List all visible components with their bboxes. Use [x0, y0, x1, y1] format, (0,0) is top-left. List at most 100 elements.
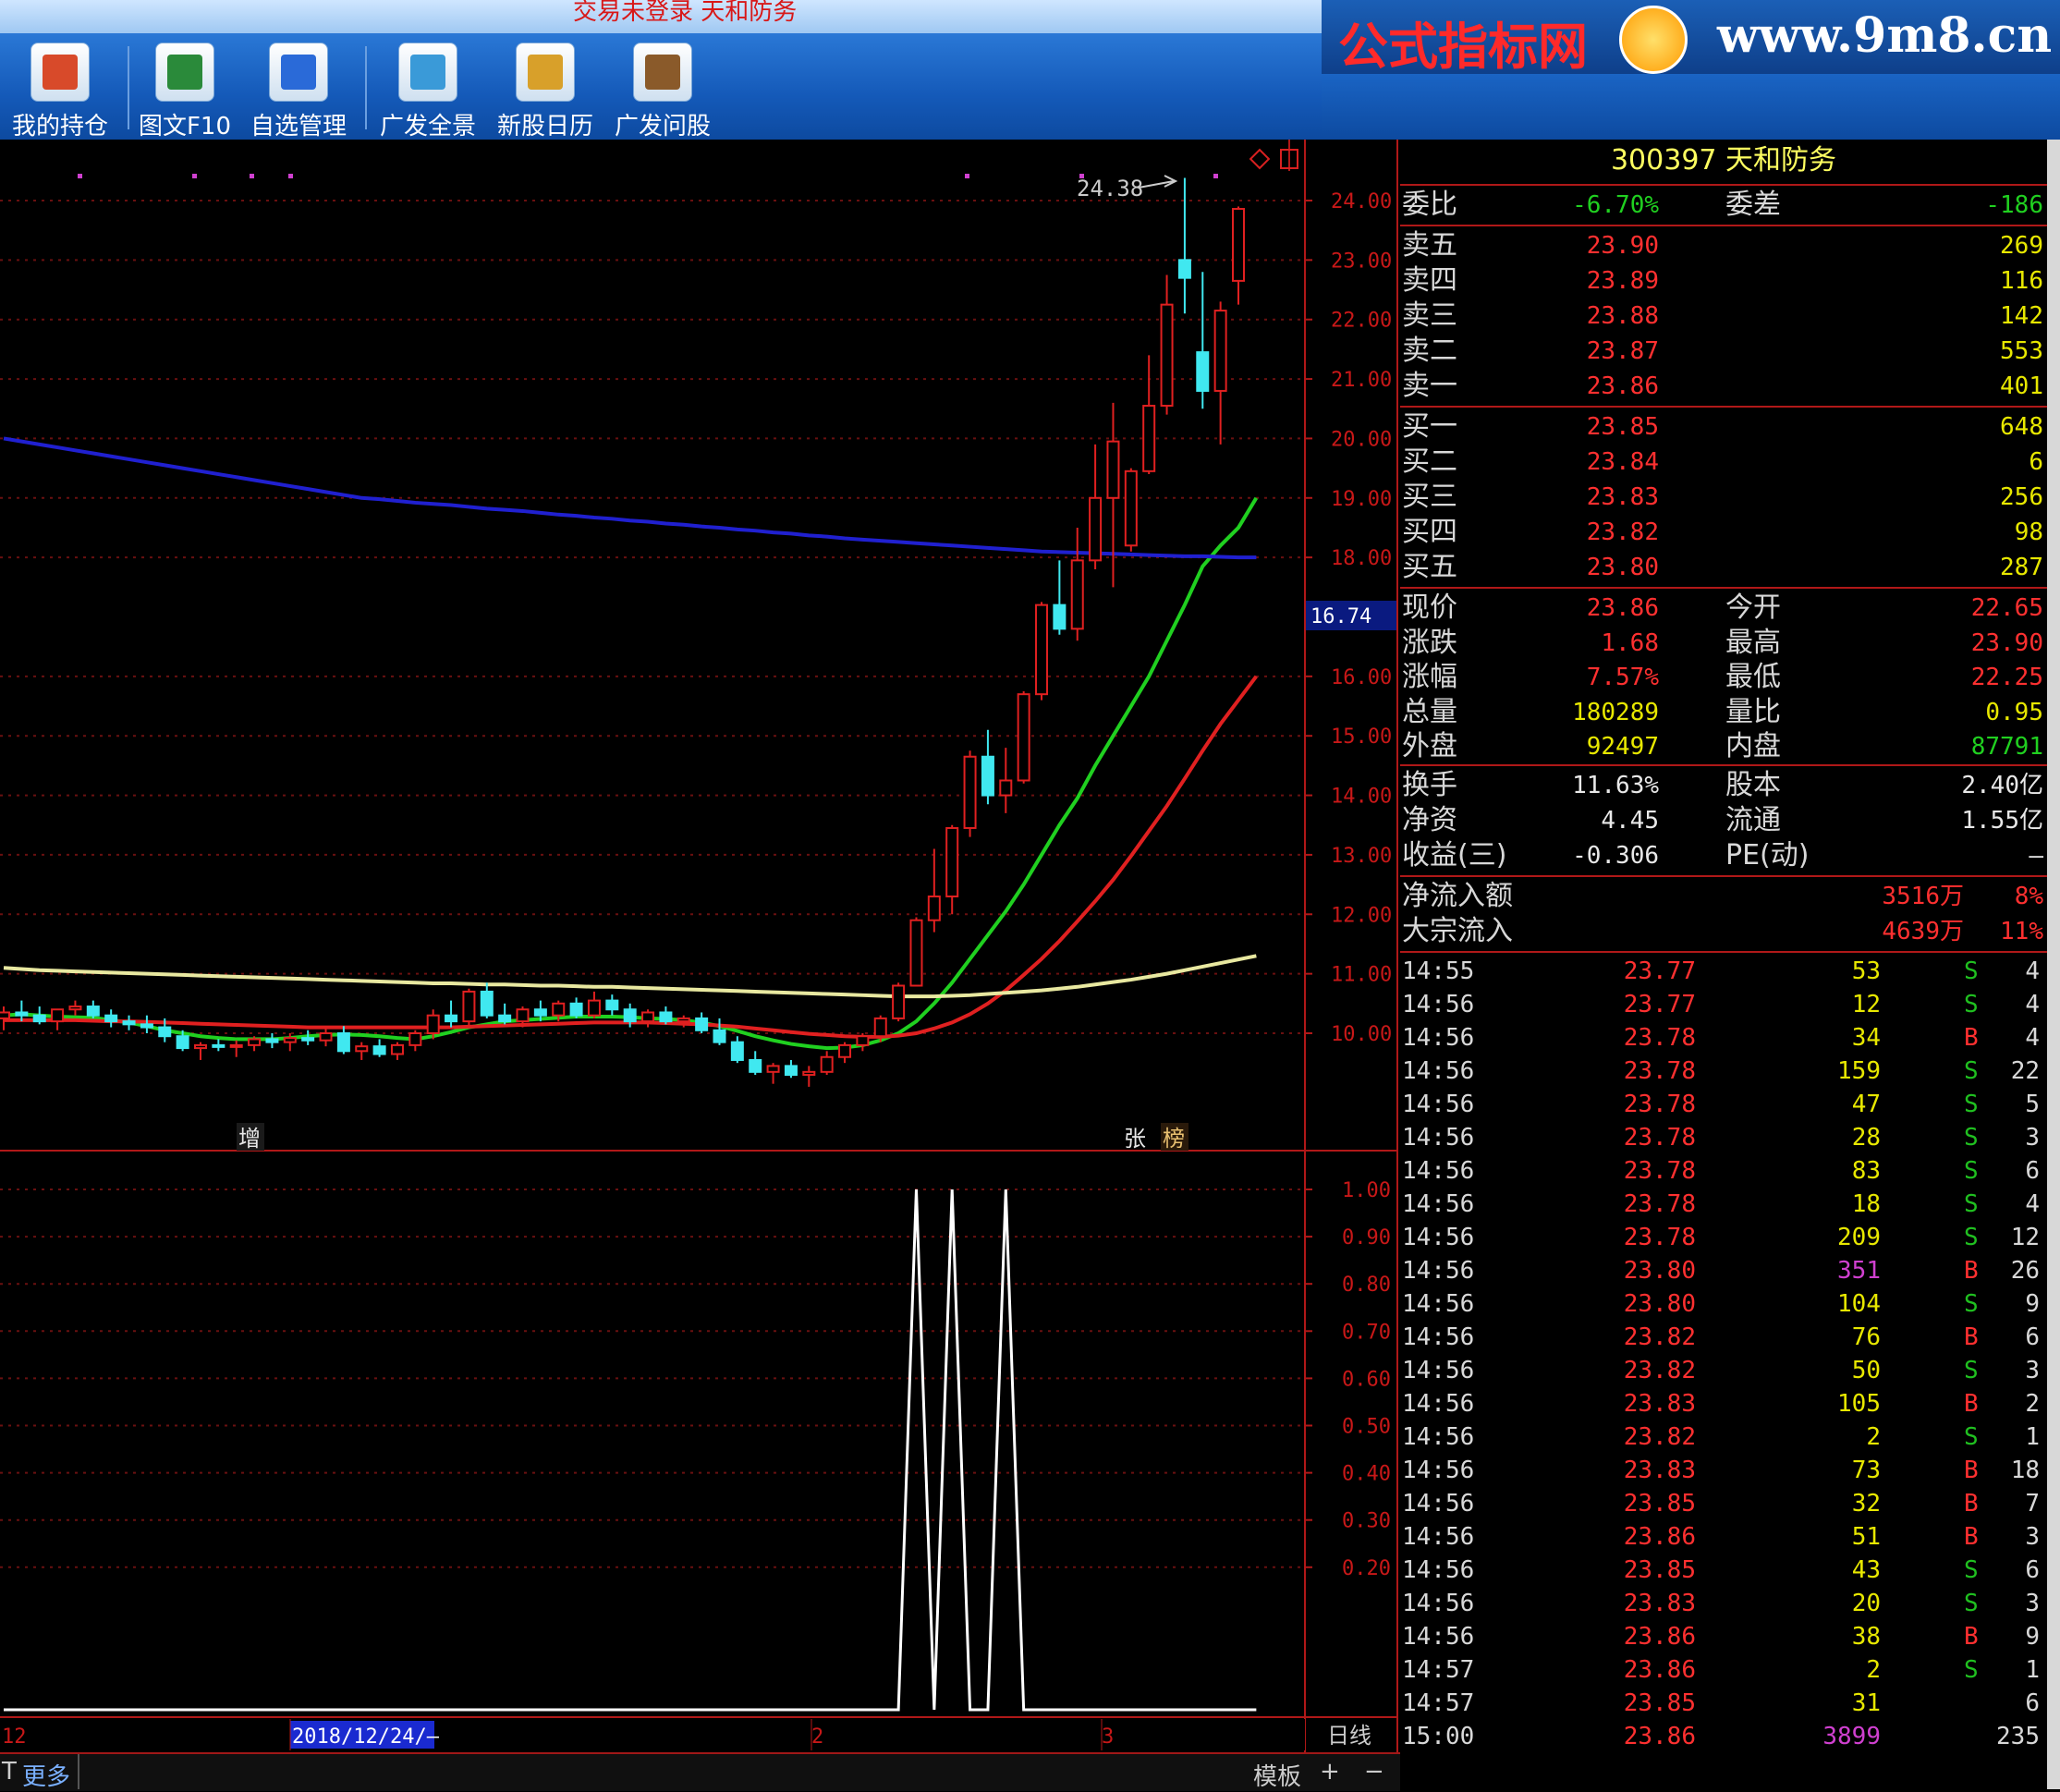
candle[interactable] [802, 1066, 816, 1087]
candle[interactable] [408, 1030, 422, 1052]
candle[interactable] [122, 1015, 136, 1030]
tick-row[interactable]: 14:56 23.78 18 S 4 [1400, 1188, 2047, 1221]
candle[interactable] [892, 982, 906, 1022]
candle[interactable] [15, 1000, 29, 1022]
tick-row[interactable]: 14:56 23.85 32 B 7 [1400, 1487, 2047, 1520]
buy-level-row[interactable]: 买三 23.83 256 [1400, 480, 2047, 515]
candle[interactable] [1196, 272, 1210, 409]
tick-row[interactable]: 14:56 23.83 73 B 18 [1400, 1454, 2047, 1487]
candle[interactable] [909, 917, 923, 987]
buy-level-row[interactable]: 买四 23.82 98 [1400, 515, 2047, 550]
candle[interactable] [1213, 301, 1227, 445]
candle[interactable] [265, 1033, 279, 1049]
tick-row[interactable]: 14:56 23.80 351 B 26 [1400, 1254, 2047, 1287]
candle[interactable] [1177, 177, 1191, 314]
buy-level-row[interactable]: 买五 23.80 287 [1400, 550, 2047, 585]
tick-row[interactable]: 14:56 23.78 159 S 22 [1400, 1054, 2047, 1088]
candle[interactable] [301, 1030, 315, 1045]
candle[interactable] [963, 750, 977, 837]
candle[interactable] [319, 1027, 333, 1047]
tick-row[interactable]: 14:56 23.82 50 S 3 [1400, 1354, 2047, 1387]
tick-row[interactable]: 14:56 23.83 20 S 3 [1400, 1587, 2047, 1620]
candle[interactable] [104, 1009, 118, 1028]
tick-row[interactable]: 14:56 23.85 43 S 6 [1400, 1554, 2047, 1587]
toolbar-button-panorama[interactable]: 广发全景 [377, 39, 479, 140]
toolbar-button-portfolio[interactable]: 我的持仓 [9, 39, 111, 140]
candle[interactable] [945, 824, 959, 915]
candle[interactable] [838, 1042, 852, 1064]
candle[interactable] [1017, 690, 1030, 784]
candle[interactable] [1124, 468, 1138, 552]
candle[interactable] [1070, 527, 1084, 641]
tick-row[interactable]: 15:00 23.86 3899 235 [1400, 1720, 2047, 1753]
candle[interactable] [193, 1042, 207, 1060]
candle[interactable] [820, 1051, 834, 1076]
candle[interactable] [372, 1039, 386, 1057]
candle[interactable] [1035, 602, 1049, 701]
tick-row[interactable]: 14:56 23.78 28 S 3 [1400, 1121, 2047, 1154]
candle[interactable] [498, 1003, 512, 1025]
zoom-in-button[interactable]: + [1320, 1758, 1340, 1786]
candle[interactable] [480, 982, 494, 1018]
sell-level-row[interactable]: 卖四 23.89 116 [1400, 263, 2047, 299]
candle[interactable] [641, 1009, 655, 1028]
zoom-out-button[interactable]: − [1364, 1758, 1384, 1786]
tick-row[interactable]: 14:56 23.82 2 S 1 [1400, 1420, 2047, 1454]
event-marker-zeng[interactable]: 增 [238, 1126, 261, 1152]
buy-level-row[interactable]: 买一 23.85 648 [1400, 409, 2047, 445]
candle[interactable] [68, 1000, 82, 1016]
sell-level-row[interactable]: 卖五 23.90 269 [1400, 228, 2047, 263]
candle[interactable] [1089, 444, 1103, 570]
diamond-icon[interactable] [1249, 148, 1271, 170]
tick-row[interactable]: 14:56 23.86 51 B 3 [1400, 1520, 2047, 1554]
candle[interactable] [212, 1039, 226, 1052]
candle[interactable] [336, 1026, 350, 1054]
tick-row[interactable]: 14:56 23.86 38 B 9 [1400, 1620, 2047, 1653]
right-scroll-strip[interactable] [2047, 140, 2060, 1789]
tick-row[interactable]: 14:56 23.80 104 S 9 [1400, 1287, 2047, 1321]
period-label[interactable]: 日线 [1327, 1723, 1371, 1749]
tick-row[interactable]: 14:55 23.77 53 S 4 [1400, 955, 2047, 988]
candle[interactable] [462, 988, 476, 1028]
candle[interactable] [32, 1006, 46, 1025]
sell-level-row[interactable]: 卖三 23.88 142 [1400, 299, 2047, 334]
toolbar-button-watchlist[interactable]: 自选管理 [248, 39, 349, 140]
candle[interactable] [659, 1006, 673, 1025]
candle[interactable] [355, 1042, 369, 1060]
buy-level-row[interactable]: 买二 23.84 6 [1400, 445, 2047, 480]
candle[interactable] [445, 1000, 458, 1028]
toolbar-button-ipo-calendar[interactable]: 新股日历 [494, 39, 596, 140]
candle[interactable] [1142, 355, 1156, 475]
candle[interactable] [0, 1006, 10, 1030]
candle[interactable] [569, 997, 583, 1018]
candle[interactable] [784, 1059, 798, 1079]
candle[interactable] [86, 1000, 100, 1018]
tick-row[interactable]: 14:57 23.86 2 S 1 [1400, 1653, 2047, 1687]
tick-row[interactable]: 14:56 23.78 209 S 12 [1400, 1221, 2047, 1254]
tick-row[interactable]: 14:56 23.77 12 S 4 [1400, 988, 2047, 1021]
sell-level-row[interactable]: 卖二 23.87 553 [1400, 334, 2047, 369]
candle[interactable] [605, 994, 619, 1016]
candle[interactable] [749, 1051, 762, 1076]
tick-row[interactable]: 14:56 23.83 105 B 2 [1400, 1387, 2047, 1420]
tick-row[interactable]: 14:56 23.82 76 B 6 [1400, 1321, 2047, 1354]
candle[interactable] [390, 1042, 404, 1060]
sell-level-row[interactable]: 卖一 23.86 401 [1400, 369, 2047, 404]
candle[interactable] [730, 1036, 744, 1064]
tick-row[interactable]: 14:57 23.85 31 6 [1400, 1687, 2047, 1720]
more-button[interactable]: 更多 [22, 1758, 70, 1792]
candle[interactable] [927, 848, 941, 933]
candle[interactable] [1160, 274, 1174, 415]
candle[interactable] [1106, 402, 1120, 588]
candle[interactable] [713, 1018, 726, 1045]
candle[interactable] [856, 1033, 870, 1052]
kline-chart[interactable]: 24.0023.0022.0021.0020.0019.0018.0016.00… [0, 140, 1400, 1752]
candle[interactable] [999, 748, 1013, 813]
toolbar-button-ask[interactable]: 广发问股 [612, 39, 713, 140]
candle[interactable] [51, 1008, 65, 1030]
tick-row[interactable]: 14:56 23.78 34 B 4 [1400, 1021, 2047, 1054]
candle[interactable] [140, 1015, 153, 1033]
event-marker-bang[interactable]: 榜 [1163, 1126, 1185, 1152]
candle[interactable] [229, 1040, 243, 1057]
candle[interactable] [695, 1012, 709, 1033]
